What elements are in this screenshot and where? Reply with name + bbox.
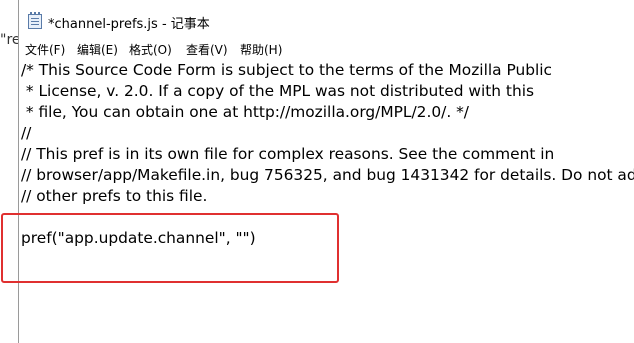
text-editor-area[interactable]: /* This Source Code Form is subject to t… bbox=[19, 59, 634, 343]
menu-edit[interactable]: 编辑(E) bbox=[77, 41, 118, 58]
code-line-5: // This pref is in its own file for comp… bbox=[21, 145, 555, 163]
notepad-icon[interactable] bbox=[28, 12, 42, 29]
background-text-fragment: "re bbox=[0, 32, 18, 48]
menu-file[interactable]: 文件(F) bbox=[25, 41, 65, 58]
notepad-window: *channel-prefs.js - 记事本 文件(F) 编辑(E) 格式(O… bbox=[1, 0, 634, 343]
code-line-3: * file, You can obtain one at http://moz… bbox=[21, 103, 469, 121]
code-line-4: // bbox=[21, 124, 32, 142]
menu-help[interactable]: 帮助(H) bbox=[240, 41, 282, 58]
code-line-2: * License, v. 2.0. If a copy of the MPL … bbox=[21, 82, 535, 100]
menu-format[interactable]: 格式(O) bbox=[129, 41, 172, 58]
menu-bar: 文件(F) 编辑(E) 格式(O) 查看(V) 帮助(H) bbox=[19, 37, 634, 60]
menu-view[interactable]: 查看(V) bbox=[186, 41, 228, 58]
title-bar[interactable]: *channel-prefs.js - 记事本 bbox=[19, 0, 634, 37]
code-line-pref: pref("app.update.channel", "") bbox=[21, 229, 256, 247]
code-line-7: // other prefs to this file. bbox=[21, 187, 208, 205]
code-line-6: // browser/app/Makefile.in, bug 756325, … bbox=[21, 166, 634, 184]
window-title: *channel-prefs.js - 记事本 bbox=[48, 17, 210, 32]
code-line-1: /* This Source Code Form is subject to t… bbox=[21, 61, 552, 79]
